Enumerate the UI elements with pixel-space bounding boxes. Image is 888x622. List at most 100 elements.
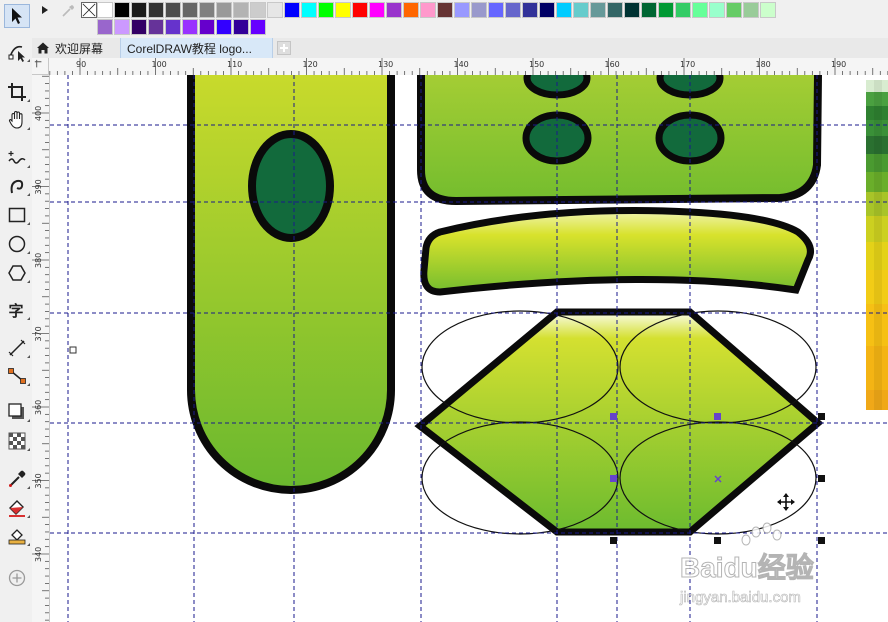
color-swatch[interactable] <box>471 2 487 18</box>
rounded-block-shape[interactable] <box>421 75 818 201</box>
color-swatch[interactable] <box>692 2 708 18</box>
arrow-pointer-icon <box>12 8 22 24</box>
color-swatch[interactable] <box>97 19 113 35</box>
color-swatch[interactable] <box>488 2 504 18</box>
node-handle-3 <box>610 475 617 482</box>
polygon-tool[interactable] <box>4 261 30 285</box>
svg-text:字: 字 <box>9 302 24 320</box>
eyedropper-tool[interactable] <box>4 467 30 491</box>
pan-tool[interactable] <box>4 108 30 132</box>
tab-document-label: CorelDRAW教程 logo... <box>127 41 252 56</box>
color-swatch[interactable] <box>131 2 147 18</box>
color-swatch[interactable] <box>454 2 470 18</box>
color-swatch[interactable] <box>403 2 419 18</box>
color-swatch[interactable] <box>505 2 521 18</box>
text-tool[interactable]: 字 <box>4 298 30 322</box>
tab-document[interactable]: CorelDRAW教程 logo... <box>120 38 273 58</box>
new-tab-button[interactable] <box>275 38 293 58</box>
paw-logo-icon <box>741 522 782 546</box>
color-swatch[interactable] <box>216 19 232 35</box>
plus-circle-icon <box>8 569 26 587</box>
no-color-x-icon <box>82 3 96 17</box>
freehand-tool[interactable] <box>4 146 30 170</box>
color-swatch[interactable] <box>607 2 623 18</box>
color-swatch[interactable] <box>641 2 657 18</box>
color-swatch[interactable] <box>165 2 181 18</box>
artistic-media-tool[interactable] <box>4 174 30 198</box>
ellipse-tool[interactable] <box>4 232 30 256</box>
color-swatch[interactable] <box>437 2 453 18</box>
transparency-tool[interactable] <box>4 429 30 453</box>
color-swatch[interactable] <box>743 2 759 18</box>
smart-fill-tool[interactable] <box>4 524 30 548</box>
color-swatch[interactable] <box>352 2 368 18</box>
color-swatch[interactable] <box>318 2 334 18</box>
color-swatch[interactable] <box>675 2 691 18</box>
color-swatch[interactable] <box>760 2 776 18</box>
paint-bucket-icon <box>9 500 25 517</box>
color-swatch[interactable] <box>233 2 249 18</box>
color-swatch[interactable] <box>199 19 215 35</box>
color-swatch[interactable] <box>522 2 538 18</box>
color-swatch[interactable] <box>114 19 130 35</box>
node-handle-1 <box>610 413 617 420</box>
palette-eyedropper-icon <box>62 5 74 17</box>
horizontal-ruler[interactable]: 90 100 110 120 130 140 150 160 170 180 190 <box>32 58 888 76</box>
no-fill-swatch[interactable] <box>81 2 97 18</box>
tab-welcome-screen[interactable]: 欢迎屏幕 <box>32 38 124 58</box>
color-swatch[interactable] <box>233 19 249 35</box>
color-swatch[interactable] <box>301 2 317 18</box>
color-swatch[interactable] <box>658 2 674 18</box>
dimension-tool[interactable] <box>4 336 30 360</box>
color-swatch[interactable] <box>556 2 572 18</box>
crop-tool[interactable] <box>4 80 30 104</box>
drawing-canvas[interactable]: Baidu经验 jingyan.baidu.com <box>50 75 888 622</box>
color-swatch[interactable] <box>97 2 113 18</box>
pill-eye-ellipse[interactable] <box>248 130 334 242</box>
color-swatch[interactable] <box>182 19 198 35</box>
interactive-fill-tool[interactable] <box>4 496 30 520</box>
ruler-origin-corner[interactable] <box>32 58 49 75</box>
crop-icon <box>8 83 26 101</box>
ruler-label: 160 <box>605 60 620 69</box>
ruler-label: 120 <box>303 60 318 69</box>
pick-tool[interactable] <box>4 4 30 28</box>
drop-shadow-icon <box>8 403 24 419</box>
hexagon-shape[interactable] <box>414 308 824 536</box>
color-swatch[interactable] <box>726 2 742 18</box>
color-swatch[interactable] <box>420 2 436 18</box>
color-swatch[interactable] <box>148 19 164 35</box>
color-swatch[interactable] <box>148 2 164 18</box>
add-tool-button[interactable] <box>4 566 30 590</box>
color-swatch[interactable] <box>165 19 181 35</box>
color-swatch[interactable] <box>267 2 283 18</box>
handle-bottom-middle <box>714 537 721 544</box>
color-swatch[interactable] <box>182 2 198 18</box>
color-swatch[interactable] <box>131 19 147 35</box>
color-swatch[interactable] <box>709 2 725 18</box>
drop-shadow-tool[interactable] <box>4 400 30 424</box>
color-swatch[interactable] <box>199 2 215 18</box>
rectangle-tool[interactable] <box>4 203 30 227</box>
color-swatch[interactable] <box>369 2 385 18</box>
color-swatch[interactable] <box>216 2 232 18</box>
color-swatch[interactable] <box>250 19 266 35</box>
palette-scroll-arrow[interactable] <box>40 4 50 16</box>
color-swatch[interactable] <box>539 2 555 18</box>
color-swatch[interactable] <box>573 2 589 18</box>
vertical-ruler[interactable]: 400 390 380 370 360 350 340 <box>32 75 50 622</box>
color-swatch[interactable] <box>624 2 640 18</box>
color-swatch[interactable] <box>114 2 130 18</box>
eyedropper-palette-button[interactable] <box>60 3 76 19</box>
color-swatch[interactable] <box>284 2 300 18</box>
color-swatch[interactable] <box>386 2 402 18</box>
color-palette <box>32 0 888 38</box>
color-swatch[interactable] <box>250 2 266 18</box>
shape-tool[interactable] <box>4 40 30 64</box>
ruler-label: 340 <box>34 547 43 562</box>
pixelated-image-fragment[interactable] <box>866 80 888 410</box>
handle-middle-right <box>818 475 825 482</box>
connector-tool[interactable] <box>4 364 30 388</box>
color-swatch[interactable] <box>590 2 606 18</box>
color-swatch[interactable] <box>335 2 351 18</box>
